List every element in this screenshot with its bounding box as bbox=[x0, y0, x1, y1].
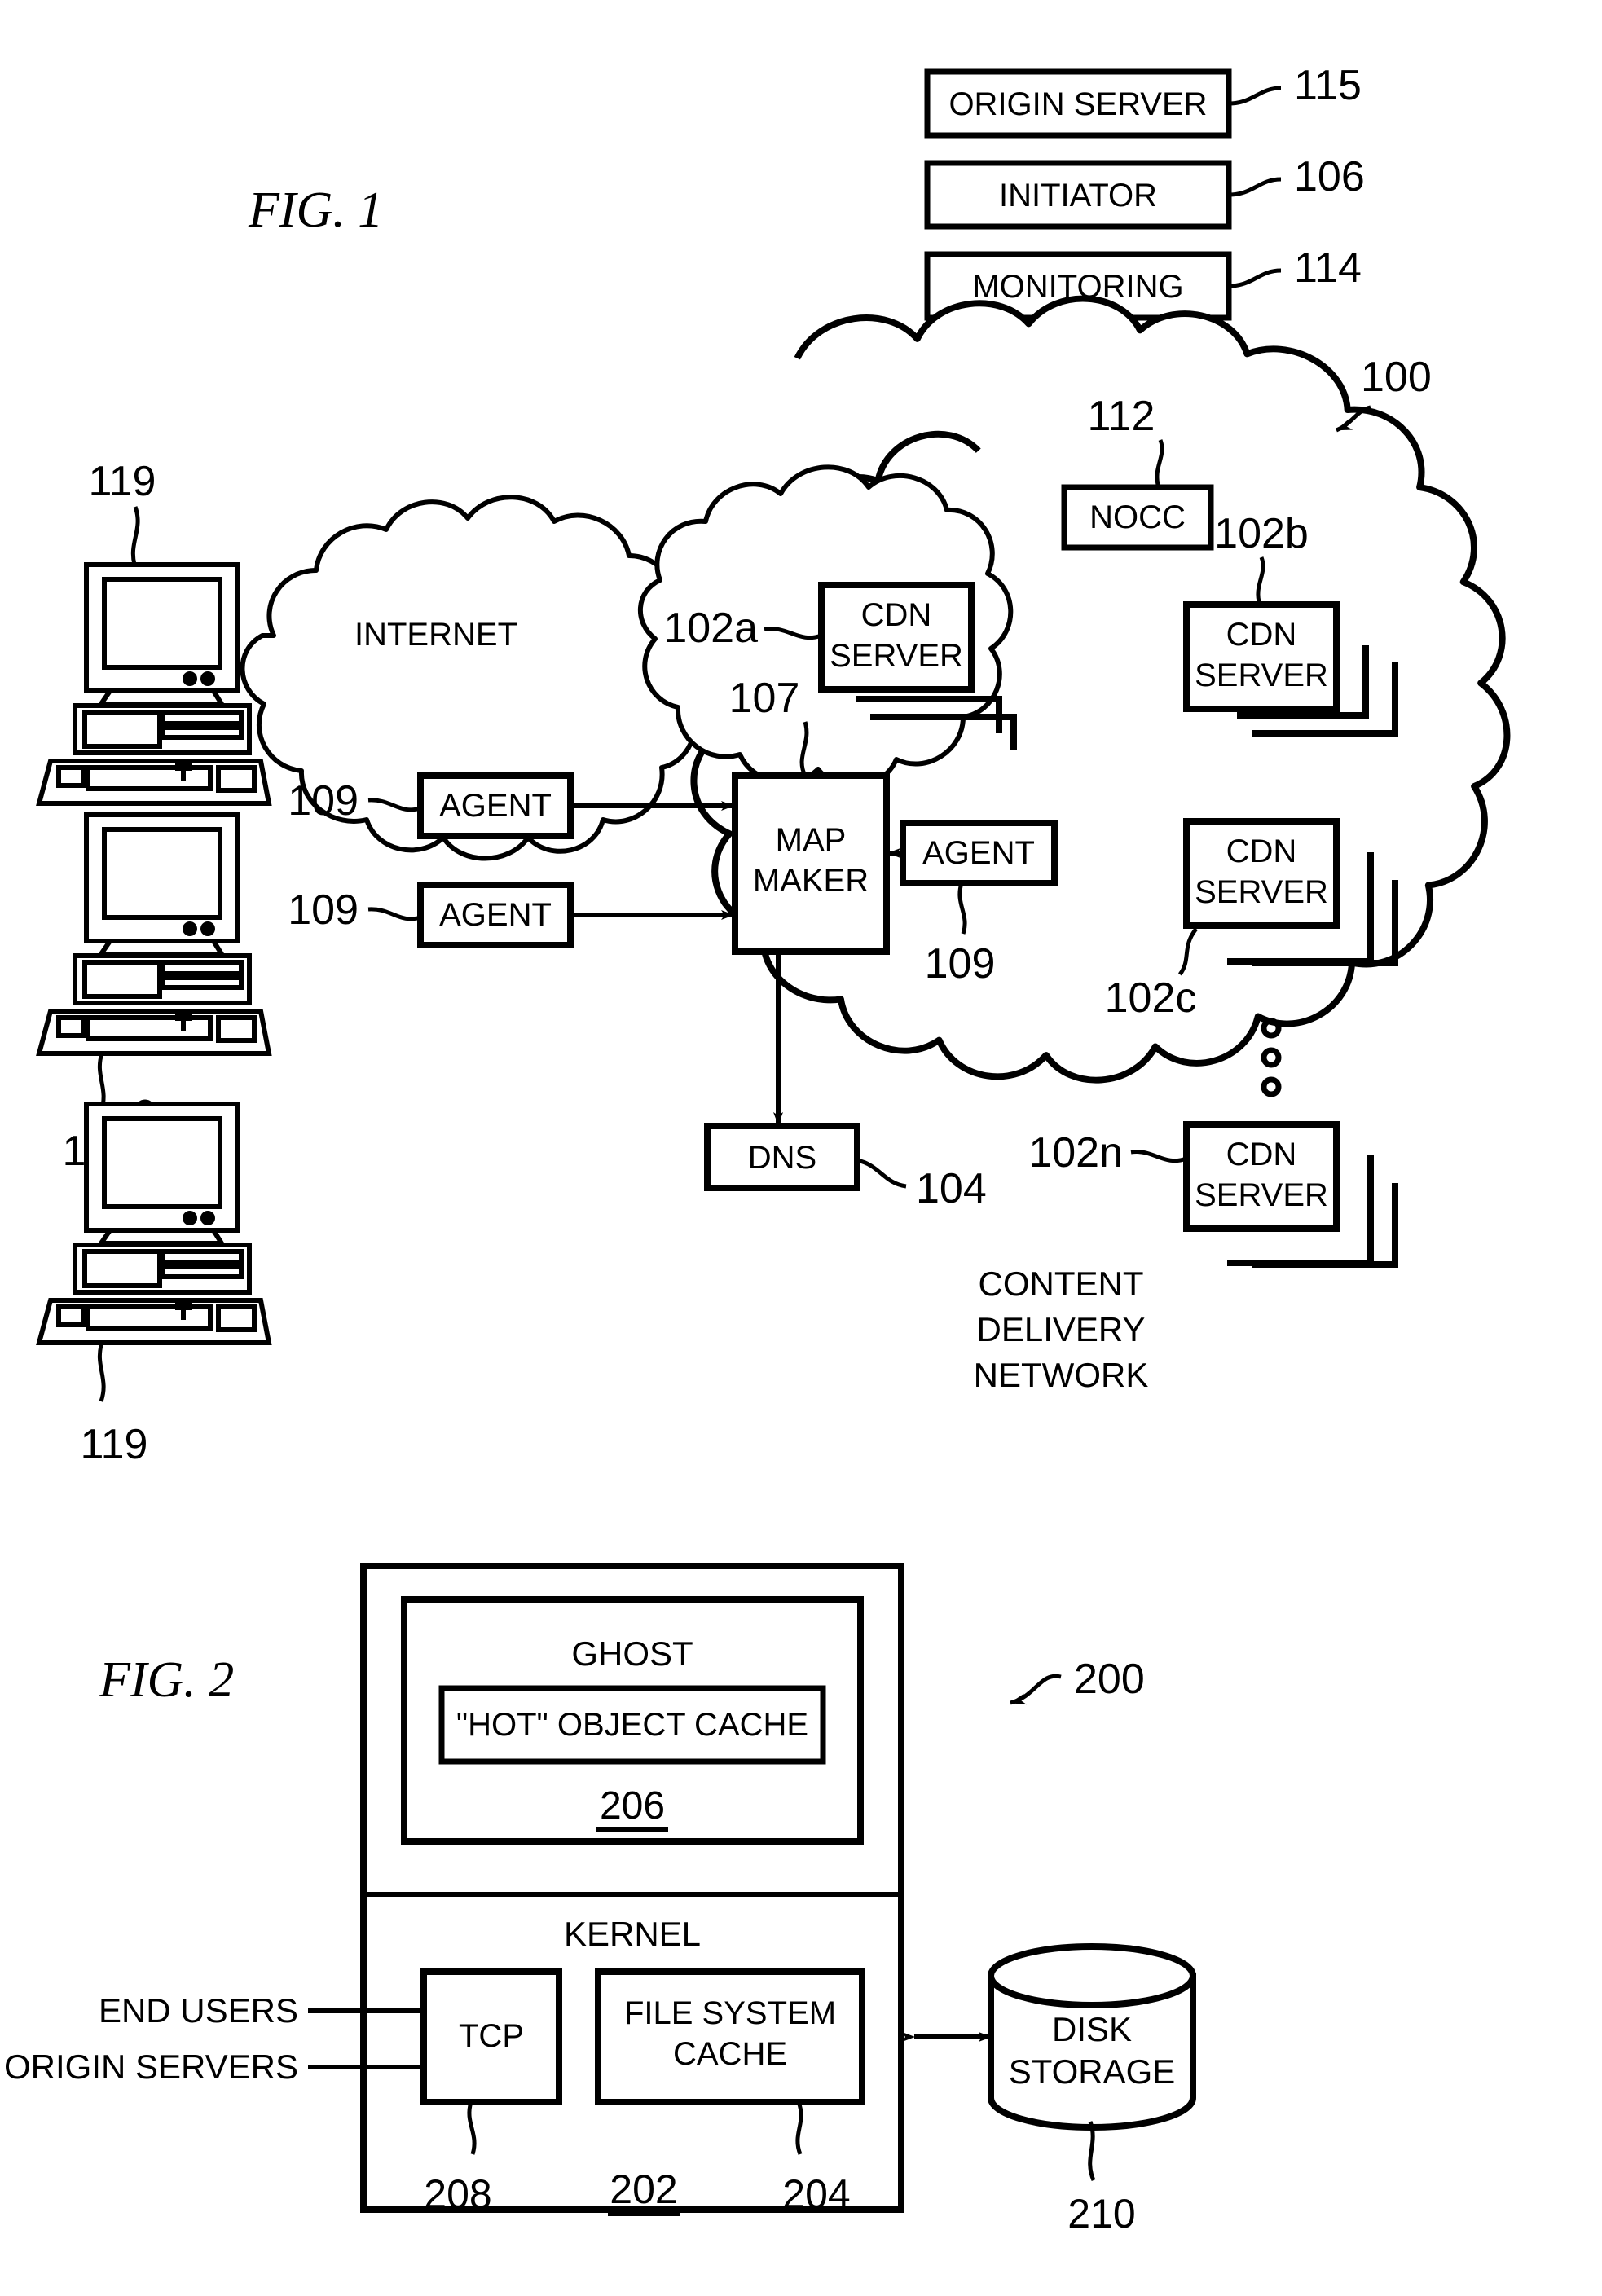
ghost-box: GHOST "HOT" OBJECT CACHE 206 bbox=[401, 1596, 864, 1845]
agent-3-label: AGENT bbox=[922, 835, 1035, 871]
cdn-caption: CONTENT DELIVERY NETWORK bbox=[974, 1265, 1149, 1394]
origin-servers-label: ORIGIN SERVERS bbox=[4, 2047, 298, 2086]
disk-storage-line2: STORAGE bbox=[1009, 2052, 1176, 2091]
hot-object-cache-label: "HOT" OBJECT CACHE bbox=[456, 1707, 808, 1743]
cdn-caption-line3: NETWORK bbox=[974, 1356, 1149, 1394]
cdn-server-102n-line2: SERVER bbox=[1195, 1177, 1328, 1213]
cdn-server-102a-line2: SERVER bbox=[830, 638, 963, 674]
ref-204: 204 bbox=[782, 2171, 850, 2217]
figure-1-title: FIG. 1 bbox=[248, 183, 383, 238]
ref-202: 202 bbox=[610, 2166, 677, 2212]
figure-2-title: FIG. 2 bbox=[99, 1652, 234, 1708]
origin-server-label: ORIGIN SERVER bbox=[948, 86, 1207, 122]
agent-2-label: AGENT bbox=[439, 897, 552, 933]
cdn-server-102b-line2: SERVER bbox=[1195, 658, 1328, 693]
ref-206: 206 bbox=[600, 1784, 665, 1828]
map-maker-line1: MAP bbox=[776, 822, 847, 858]
ref-210: 210 bbox=[1067, 2191, 1135, 2237]
drawing-canvas: FIG. 1 ORIGIN SERVER 115 INITIATOR 106 M… bbox=[0, 0, 1602, 2296]
ref-208: 208 bbox=[424, 2171, 491, 2217]
ref-102b: 102b bbox=[1214, 510, 1309, 557]
end-users-label: END USERS bbox=[99, 1991, 298, 2030]
ghost-label: GHOST bbox=[571, 1634, 693, 1673]
patent-drawing-sheet: FIG. 1 ORIGIN SERVER 115 INITIATOR 106 M… bbox=[0, 0, 1602, 2296]
cdn-caption-line2: DELIVERY bbox=[977, 1310, 1146, 1348]
ref-102a: 102a bbox=[663, 605, 758, 652]
cdn-caption-line1: CONTENT bbox=[979, 1265, 1144, 1303]
file-system-cache-line1: FILE SYSTEM bbox=[624, 1995, 836, 2031]
cdn-server-102c-line1: CDN bbox=[1226, 834, 1297, 869]
ref-102n: 102n bbox=[1028, 1129, 1123, 1177]
ref-115: 115 bbox=[1294, 62, 1362, 109]
dns-label: DNS bbox=[748, 1140, 816, 1176]
ref-114: 114 bbox=[1294, 244, 1362, 292]
ref-119-a: 119 bbox=[89, 458, 156, 505]
internet-label: INTERNET bbox=[354, 617, 517, 653]
ref-107: 107 bbox=[729, 675, 800, 722]
ref-112: 112 bbox=[1088, 393, 1155, 440]
agent-1-label: AGENT bbox=[439, 788, 552, 824]
cdn-server-102n-line1: CDN bbox=[1226, 1137, 1297, 1172]
nocc-label: NOCC bbox=[1089, 499, 1186, 535]
ref-202-group: 202 bbox=[608, 2166, 680, 2216]
ref-102c: 102c bbox=[1105, 974, 1197, 1022]
cdn-server-102a-line1: CDN bbox=[861, 597, 932, 633]
ref-119-c: 119 bbox=[81, 1421, 148, 1468]
ref-106: 106 bbox=[1294, 153, 1365, 200]
ref-109-c: 109 bbox=[925, 940, 996, 987]
file-system-cache-line2: CACHE bbox=[673, 2036, 787, 2072]
ref-100: 100 bbox=[1361, 354, 1432, 401]
map-maker-line2: MAKER bbox=[753, 863, 869, 899]
tcp-label: TCP bbox=[459, 2018, 524, 2054]
ref-109-b: 109 bbox=[288, 886, 359, 934]
ref-104: 104 bbox=[916, 1165, 987, 1212]
disk-storage-line1: DISK bbox=[1052, 2010, 1132, 2048]
kernel-label: KERNEL bbox=[564, 1915, 701, 1953]
cdn-server-102c-line2: SERVER bbox=[1195, 874, 1328, 910]
initiator-label: INITIATOR bbox=[999, 178, 1157, 213]
cdn-server-102b-line1: CDN bbox=[1226, 617, 1297, 653]
ref-109-a: 109 bbox=[288, 777, 359, 825]
ref-200: 200 bbox=[1074, 1656, 1145, 1703]
